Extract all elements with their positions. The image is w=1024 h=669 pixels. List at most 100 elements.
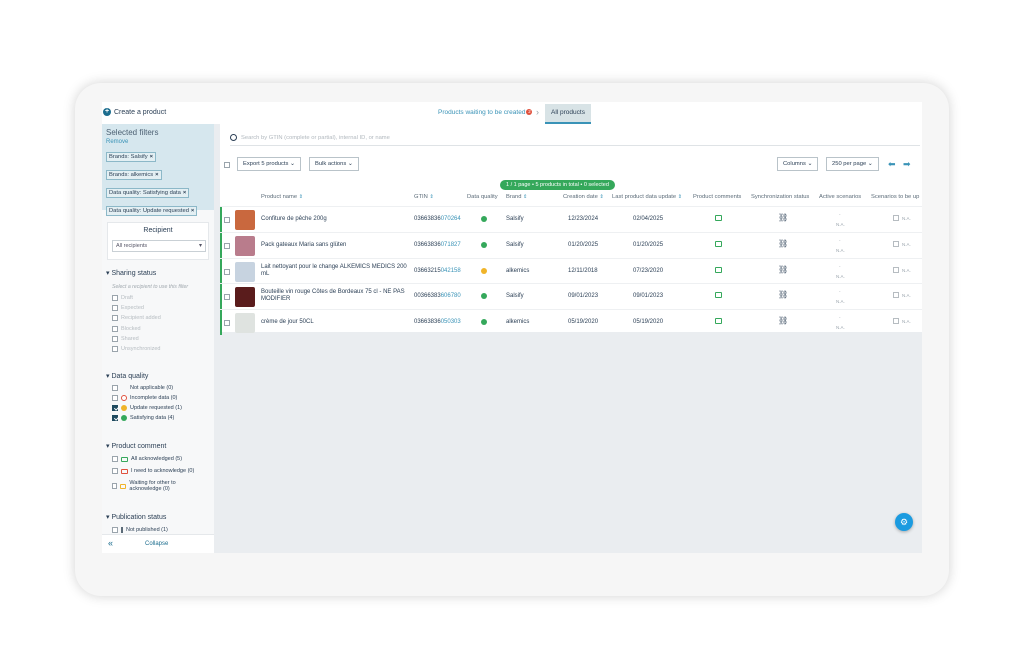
comment-option[interactable]: I need to acknowledge (0): [112, 468, 194, 474]
checkbox: [112, 326, 118, 332]
search-input[interactable]: Search by GTIN (complete or partial), in…: [230, 130, 920, 146]
product-name[interactable]: Confiture de pêche 200g: [261, 216, 411, 223]
checkbox: [112, 295, 118, 301]
header-gtin[interactable]: GTIN ⇕: [414, 194, 434, 200]
comment-icon[interactable]: [715, 240, 722, 247]
header-creation-date[interactable]: Creation date ⇕: [563, 194, 604, 200]
table-row[interactable]: crème de jour 50CL 03663836050303 alkemics…: [220, 309, 922, 336]
filter-chip[interactable]: Brands: Salsify ×: [106, 152, 157, 162]
row-checkbox[interactable]: [224, 242, 230, 249]
comment-icon[interactable]: [715, 318, 722, 325]
checkbox[interactable]: [112, 468, 118, 474]
tab-products-waiting-label: Products waiting to be created: [438, 109, 526, 116]
header-last-update[interactable]: Last product data update ⇕: [612, 194, 682, 200]
header-sync-status: Synchronization status: [751, 194, 810, 200]
row-checkbox[interactable]: [224, 294, 230, 301]
product-gtin[interactable]: 00366383606780: [414, 293, 461, 299]
tab-products-waiting[interactable]: Products waiting to be created 2: [438, 109, 533, 116]
product-thumbnail[interactable]: [235, 287, 255, 308]
product-brand: alkemics: [506, 267, 530, 274]
header-product-name[interactable]: Product name ⇕: [261, 194, 303, 200]
recipient-select[interactable]: All recipients ▾: [112, 240, 206, 252]
product-gtin[interactable]: 03663836050303: [414, 319, 461, 325]
scenario-dash: -: [839, 289, 841, 295]
table-row[interactable]: Confiture de pêche 200g 03663836070264 Sal…: [220, 206, 922, 232]
product-thumbnail[interactable]: [235, 235, 255, 256]
search-icon: [230, 134, 237, 141]
comment-icon: [121, 456, 128, 462]
creation-date: 12/23/2024: [568, 216, 599, 222]
product-thumbnail[interactable]: [235, 261, 255, 282]
waiting-count-badge: 2: [526, 109, 533, 115]
table-row[interactable]: Pack gateaux Maria sans glüten 0366383607…: [220, 231, 922, 258]
comment-icon[interactable]: [715, 215, 722, 221]
product-name[interactable]: Lait nettoyant pour le change ALKEMICS M…: [261, 264, 411, 278]
row-status-bar: [220, 232, 222, 258]
product-name[interactable]: Bouteille vin rouge Côtes de Bordeaux 75…: [261, 289, 411, 303]
row-checkbox[interactable]: [224, 217, 230, 223]
checkbox[interactable]: [112, 456, 118, 462]
scenario-to-be-na: N.A.: [902, 267, 911, 273]
filter-chip[interactable]: Data quality: Satisfying data ×: [106, 188, 190, 198]
bulk-actions-button[interactable]: Bulk actions ⌄: [309, 157, 359, 171]
checkbox[interactable]: [112, 405, 118, 411]
checkbox: [112, 305, 118, 311]
columns-button[interactable]: Columns ⌄: [777, 157, 819, 171]
product-gtin[interactable]: 03663836070264: [414, 216, 461, 222]
per-page-select[interactable]: 250 per page ⌄: [826, 157, 879, 171]
close-icon[interactable]: ×: [155, 172, 158, 178]
filter-chip[interactable]: Brands: alkemics ×: [106, 170, 162, 180]
table-row[interactable]: Lait nettoyant pour le change ALKEMICS M…: [220, 257, 922, 284]
product-name[interactable]: crème de jour 50CL: [261, 319, 411, 326]
tab-all-products[interactable]: All products: [545, 104, 591, 124]
checkbox[interactable]: [112, 395, 118, 401]
product-gtin[interactable]: 03663836071827: [414, 242, 461, 248]
table-row[interactable]: Bouteille vin rouge Côtes de Bordeaux 75…: [220, 283, 922, 310]
publication-status-title[interactable]: ▾ Publication status: [106, 513, 166, 521]
comment-icon[interactable]: [715, 292, 722, 299]
checkbox[interactable]: [112, 415, 118, 421]
sharing-status-title[interactable]: ▾ Sharing status: [106, 269, 156, 277]
comment-icon[interactable]: [715, 266, 722, 273]
select-all-checkbox[interactable]: [224, 162, 230, 168]
product-list-panel: Search by GTIN (complete or partial), in…: [220, 124, 922, 336]
close-icon[interactable]: ×: [191, 208, 194, 214]
data-quality-option[interactable]: Incomplete data (0): [112, 395, 177, 401]
row-status-bar: [220, 310, 222, 336]
comment-icon: [120, 483, 127, 489]
row-checkbox[interactable]: [224, 320, 230, 327]
calendar-icon: [893, 318, 899, 325]
export-button[interactable]: Export 5 products ⌄: [237, 157, 301, 171]
filter-chip[interactable]: Data quality: Update requested ×: [106, 206, 198, 216]
data-quality-option[interactable]: Satisfying data (4): [112, 415, 174, 421]
close-icon[interactable]: ×: [183, 190, 186, 196]
publication-option[interactable]: Not published (1): [112, 527, 168, 533]
checkbox: [112, 336, 118, 342]
checkbox[interactable]: [112, 527, 118, 533]
create-product-link[interactable]: + Create a product: [103, 108, 166, 116]
comment-option[interactable]: All acknowledged (5): [112, 456, 182, 462]
header-brand[interactable]: Brand ⇕: [506, 194, 527, 200]
data-quality-option[interactable]: Not applicable (0): [112, 385, 173, 391]
product-gtin[interactable]: 03663215042158: [414, 268, 461, 274]
data-quality-option[interactable]: Update requested (1): [112, 405, 182, 411]
settings-icon[interactable]: ⚙: [895, 513, 913, 531]
double-chevron-left-icon[interactable]: «: [108, 538, 113, 548]
data-quality-title[interactable]: ▾ Data quality: [106, 372, 148, 380]
close-icon[interactable]: ×: [150, 154, 153, 160]
checkbox[interactable]: [112, 385, 118, 391]
data-quality-dot-icon: [481, 241, 487, 248]
product-thumbnail[interactable]: [235, 210, 255, 230]
row-status-bar: [220, 258, 222, 284]
data-quality-dot-icon: [481, 293, 487, 300]
product-thumbnail[interactable]: [235, 313, 255, 334]
comment-option[interactable]: Waiting for other to acknowledge (0): [112, 480, 202, 492]
row-checkbox[interactable]: [224, 268, 230, 275]
scenario-to-be-na: N.A.: [902, 293, 911, 299]
arrow-left-icon[interactable]: ⬅: [888, 159, 896, 170]
product-comment-title[interactable]: ▾ Product comment: [106, 442, 166, 450]
arrow-right-icon[interactable]: ➡: [903, 159, 911, 170]
collapse-button[interactable]: Collapse: [145, 541, 168, 547]
checkbox[interactable]: [112, 483, 118, 489]
product-name[interactable]: Pack gateaux Maria sans glüten: [261, 242, 411, 249]
